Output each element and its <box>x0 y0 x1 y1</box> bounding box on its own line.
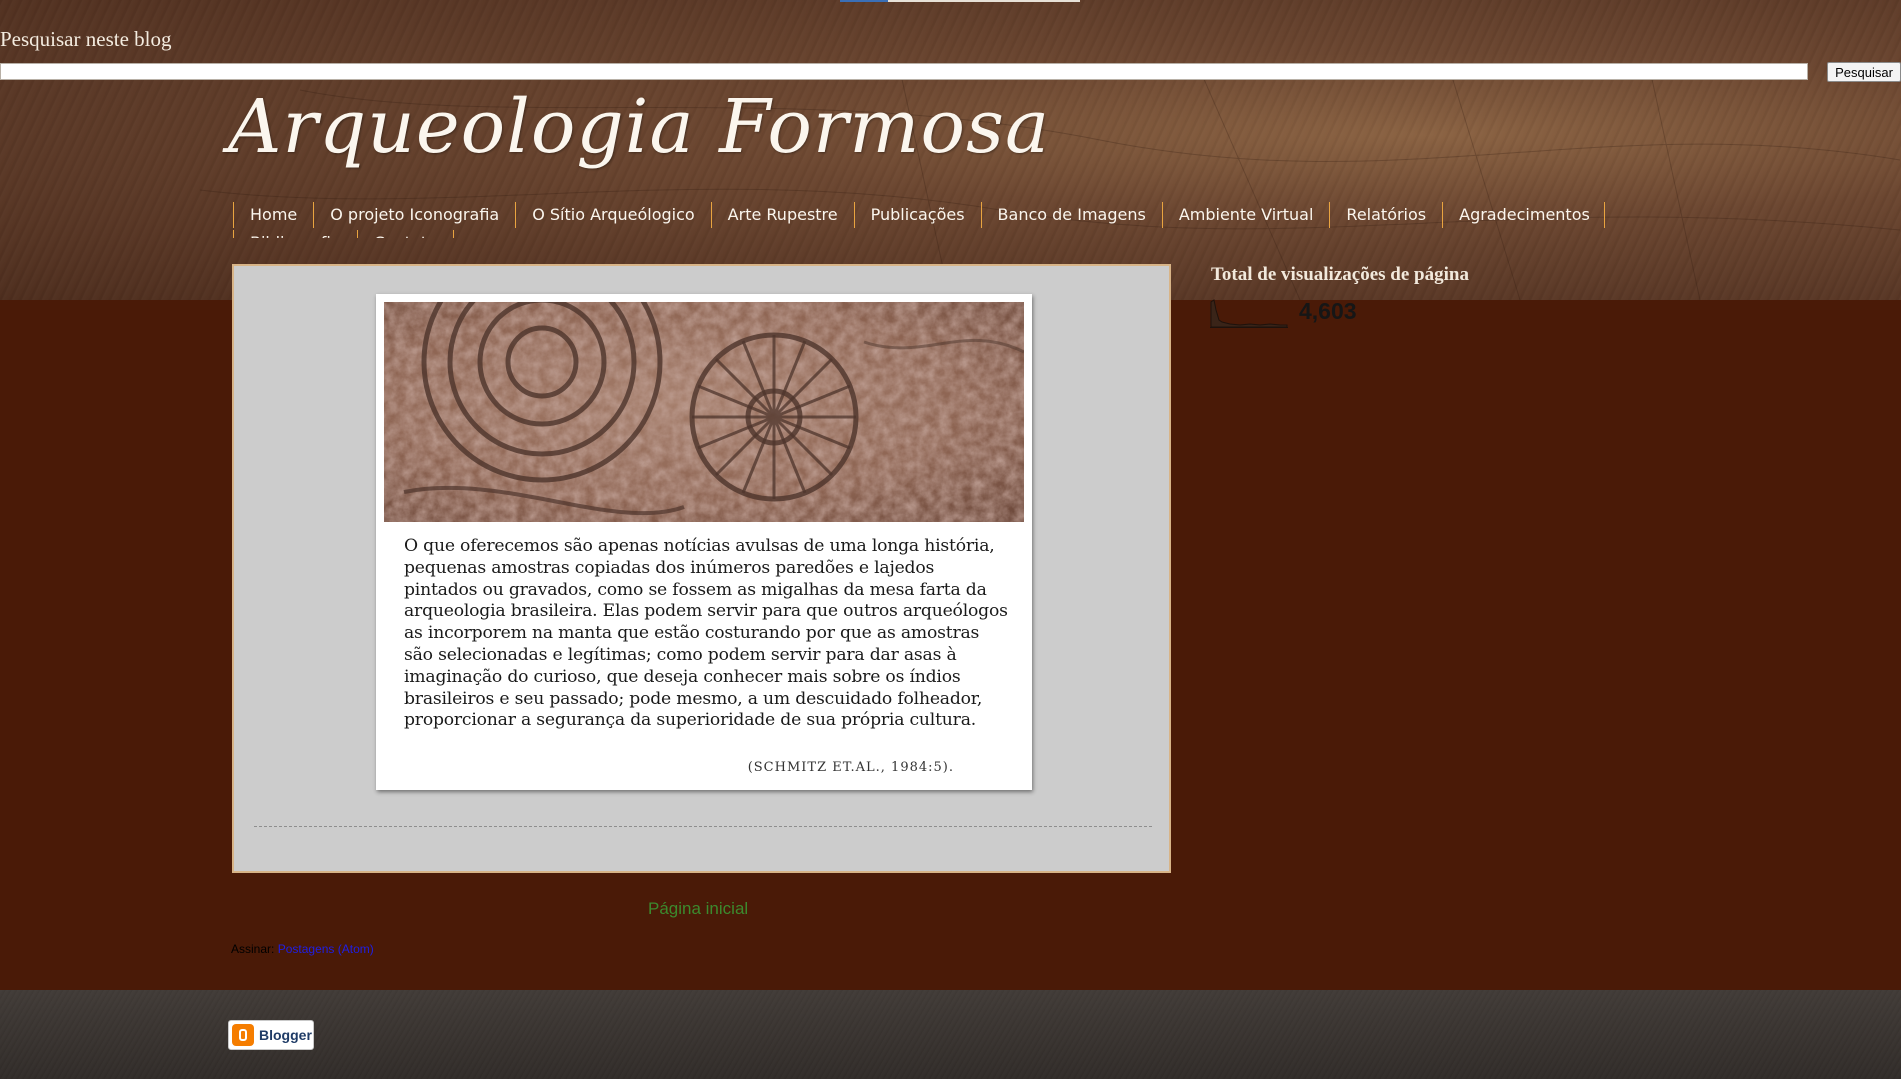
search-button[interactable]: Pesquisar <box>1827 62 1901 82</box>
nav-item-contato[interactable]: Contato <box>356 230 454 238</box>
search-input[interactable] <box>0 63 1808 80</box>
search-widget-title: Pesquisar neste blog <box>0 27 172 51</box>
blogger-badge-label: Blogger <box>259 1027 312 1043</box>
nav-item-ambiente-virtual[interactable]: Ambiente Virtual <box>1161 202 1330 228</box>
post-card: O que oferecemos são apenas notícias avu… <box>376 294 1032 790</box>
nav-item-home[interactable]: Home <box>233 202 313 228</box>
nav-item-projeto-iconografia[interactable]: O projeto Iconografia <box>313 202 515 228</box>
blogger-logo-icon <box>232 1024 254 1046</box>
nav-item-sitio-arqueologico[interactable]: O Sítio Arqueólogico <box>515 202 710 228</box>
post-divider <box>254 826 1152 827</box>
nav-item-publicacoes[interactable]: Publicações <box>853 202 981 228</box>
pageviews-count: 4,603 <box>1299 298 1357 324</box>
subscribe-atom-link[interactable]: Postagens (Atom) <box>278 942 374 956</box>
page-navigation: Home O projeto Iconografia O Sítio Arque… <box>233 202 1633 238</box>
subscribe-label: Assinar: <box>231 942 275 956</box>
pageviews-sparkline <box>1210 299 1288 328</box>
nav-separator <box>1604 202 1605 228</box>
post-citation: (SCHMITZ ET.AL., 1984:5). <box>747 760 954 775</box>
pageviews-title: Total de visualizações de página <box>1211 264 1469 285</box>
main-post-panel: O que oferecemos são apenas notícias avu… <box>232 264 1171 873</box>
nav-item-bibliografia[interactable]: Bibliografia <box>233 230 357 238</box>
post-quote: O que oferecemos são apenas notícias avu… <box>404 536 1008 731</box>
blogger-badge[interactable]: Blogger <box>228 1020 314 1050</box>
nav-item-agradecimentos[interactable]: Agradecimentos <box>1442 202 1606 228</box>
nav-item-relatorios[interactable]: Relatórios <box>1329 202 1442 228</box>
top-strip-accent <box>840 0 888 2</box>
home-page-link[interactable]: Página inicial <box>648 899 748 919</box>
blog-title[interactable]: Arqueologia Formosa <box>228 84 1050 170</box>
nav-item-banco-de-imagens[interactable]: Banco de Imagens <box>980 202 1162 228</box>
rock-engraving-photo <box>384 302 1024 522</box>
subscribe-line: Assinar: Postagens (Atom) <box>231 942 374 956</box>
nav-item-arte-rupestre[interactable]: Arte Rupestre <box>710 202 854 228</box>
